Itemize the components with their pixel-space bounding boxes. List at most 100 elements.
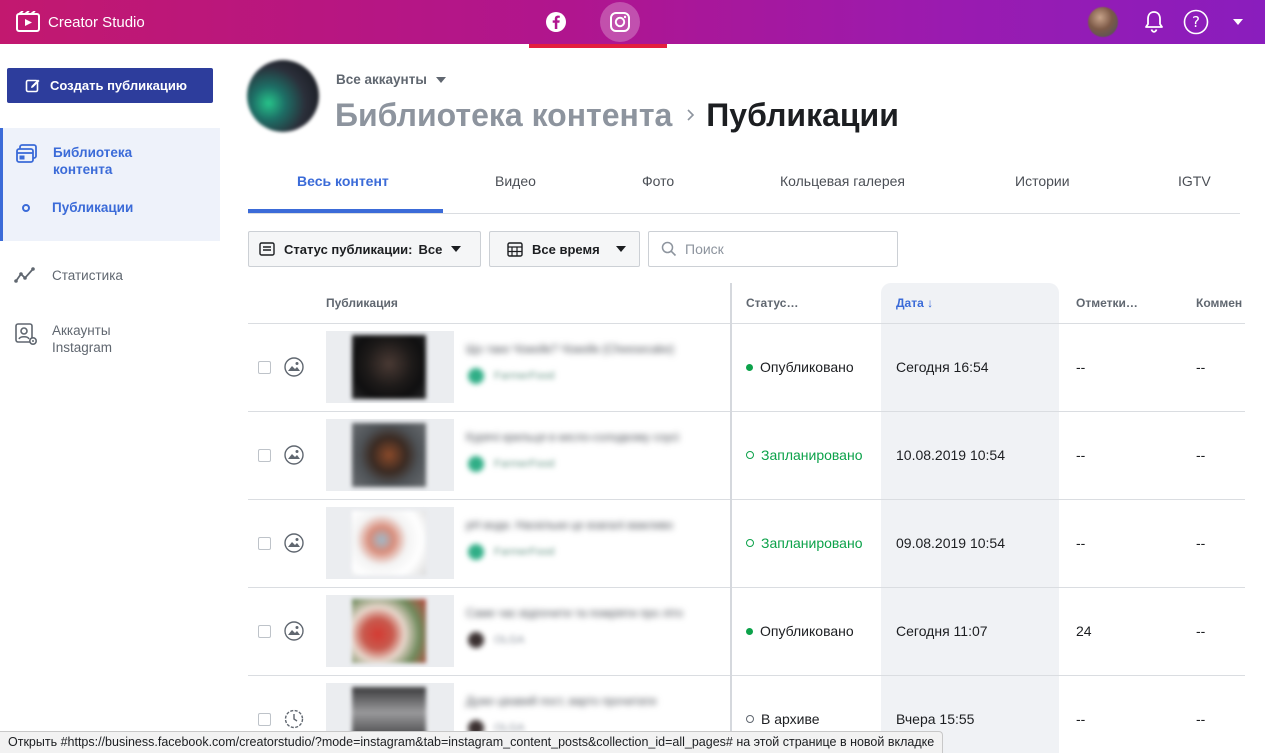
post-caption[interactable]: Курячі крильця в кисло-солодкому соусі (466, 432, 716, 446)
status-badge: Запланировано (746, 447, 863, 463)
search-box[interactable] (648, 231, 898, 267)
tab-stories[interactable]: Истории (1015, 173, 1070, 189)
sidebar-item-statistics[interactable]: Статистика (14, 266, 123, 284)
sidebar-item-content-library[interactable]: Библиотека контента (16, 144, 163, 178)
sidebar-item-posts[interactable]: Публикации (22, 200, 133, 215)
account-name: OLGA (494, 634, 525, 646)
post-account: OLGA (468, 632, 525, 648)
post-date: Сегодня 11:07 (896, 623, 988, 639)
tab-photo[interactable]: Фото (642, 173, 674, 189)
post-thumbnail[interactable] (326, 595, 454, 667)
account-avatar-small (468, 456, 484, 472)
post-marks: 24 (1076, 623, 1092, 639)
facebook-platform-button[interactable] (536, 2, 576, 42)
table-row[interactable]: pH води. Наскільки це взагалі важливо Fa… (248, 500, 1245, 588)
table-row[interactable]: Курячі крильця в кисло-солодкому соусі F… (248, 412, 1245, 500)
post-marks: -- (1076, 447, 1086, 463)
breadcrumb: Библиотека контента Публикации (335, 93, 899, 137)
row-checkbox[interactable] (258, 449, 271, 462)
account-menu-button[interactable] (1228, 9, 1248, 35)
table-row[interactable]: Саме час відпочити та помріяти про літо … (248, 588, 1245, 676)
post-caption[interactable]: Саме час відпочити та помріяти про літо (466, 608, 716, 622)
column-header-status[interactable]: Статус… (746, 296, 798, 310)
post-caption[interactable]: Що таке Чізкейк? Чізкейк (Cheesecake) (466, 344, 716, 358)
active-tab-indicator (248, 209, 443, 213)
post-comments: -- (1196, 359, 1206, 375)
row-checkbox[interactable] (258, 625, 271, 638)
status-dot-icon (746, 451, 754, 459)
post-caption[interactable]: Дуже цікавий пост, варто прочитати (466, 696, 716, 710)
sidebar-item-label: Статистика (52, 267, 123, 283)
account-name: FarmerFood (494, 458, 555, 470)
app-title: Creator Studio (48, 13, 145, 31)
help-button[interactable]: ? (1183, 9, 1209, 35)
status-text: В архиве (761, 711, 820, 727)
caret-down-icon (435, 76, 446, 83)
post-thumbnail[interactable] (326, 331, 454, 403)
status-dot-icon (746, 363, 753, 371)
status-badge: Опубликовано (746, 623, 854, 639)
post-account: FarmerFood (468, 368, 555, 384)
row-checkbox[interactable] (258, 361, 271, 374)
publication-status-filter[interactable]: Статус публикации: Все (248, 231, 481, 267)
library-icon (16, 144, 40, 178)
svg-text:?: ? (1192, 13, 1200, 31)
column-header-date[interactable]: Дата ↓ (896, 296, 933, 310)
status-badge: Опубликовано (746, 359, 854, 375)
account-avatar-small (468, 368, 484, 384)
post-comments: -- (1196, 711, 1206, 727)
post-comments: -- (1196, 623, 1206, 639)
instagram-platform-button[interactable] (600, 2, 640, 42)
column-header-marks[interactable]: Отметки… (1076, 296, 1138, 310)
chevron-right-icon (686, 108, 696, 122)
tab-carousel[interactable]: Кольцевая галерея (780, 173, 905, 189)
post-thumbnail[interactable] (326, 419, 454, 491)
tab-video[interactable]: Видео (495, 173, 536, 189)
help-icon: ? (1183, 9, 1209, 35)
post-caption[interactable]: pH води. Наскільки це взагалі важливо (466, 520, 716, 534)
account-name: FarmerFood (494, 546, 555, 558)
create-post-button[interactable]: Создать публикацию (7, 68, 213, 103)
status-dot-icon (746, 715, 754, 723)
column-resize-handle[interactable] (730, 283, 732, 753)
list-icon (259, 242, 275, 256)
status-text: Запланировано (761, 447, 863, 463)
table-header: Публикация Статус… Дата ↓ Отметки… Комме… (248, 283, 1245, 324)
account-settings-icon (14, 322, 38, 346)
post-marks: -- (1076, 359, 1086, 375)
brand[interactable]: Creator Studio (16, 11, 145, 33)
account-selector[interactable]: Все аккаунты (336, 72, 446, 87)
notifications-button[interactable] (1141, 9, 1167, 35)
column-header-publication[interactable]: Публикация (326, 296, 398, 310)
account-avatar-small (468, 632, 484, 648)
sidebar: Создать публикацию Библиотека контента П… (0, 44, 220, 753)
search-input[interactable] (685, 241, 885, 257)
breadcrumb-parent[interactable]: Библиотека контента (335, 97, 672, 134)
photo-icon (284, 445, 304, 465)
time-range-filter[interactable]: Все время (489, 231, 640, 267)
user-avatar[interactable] (1088, 7, 1118, 37)
tab-igtv[interactable]: IGTV (1178, 173, 1211, 189)
account-selector-label: Все аккаунты (336, 72, 427, 87)
creator-studio-logo-icon (16, 11, 40, 32)
status-badge: В архиве (746, 711, 820, 727)
row-checkbox[interactable] (258, 713, 271, 726)
chart-line-icon (14, 266, 38, 284)
account-avatar-small (468, 544, 484, 560)
sidebar-item-label: Публикации (52, 200, 134, 215)
caret-down-icon (615, 246, 626, 252)
sidebar-item-instagram-accounts[interactable]: Аккаунты Instagram (14, 322, 132, 356)
table-row[interactable]: Що таке Чізкейк? Чізкейк (Cheesecake) Fa… (248, 324, 1245, 412)
row-checkbox[interactable] (258, 537, 271, 550)
sidebar-item-label: Аккаунты Instagram (52, 323, 113, 355)
post-thumbnail[interactable] (326, 507, 454, 579)
page-title: Публикации (706, 96, 899, 133)
column-header-comments[interactable]: Коммен (1196, 296, 1242, 310)
status-dot-icon (746, 627, 753, 635)
time-filter-label: Все время (532, 241, 600, 257)
account-avatar (247, 60, 319, 132)
post-account: FarmerFood (468, 456, 555, 472)
selected-dot-icon (22, 203, 30, 212)
chevron-down-icon (1233, 19, 1243, 25)
tab-all-content[interactable]: Весь контент (297, 173, 389, 189)
